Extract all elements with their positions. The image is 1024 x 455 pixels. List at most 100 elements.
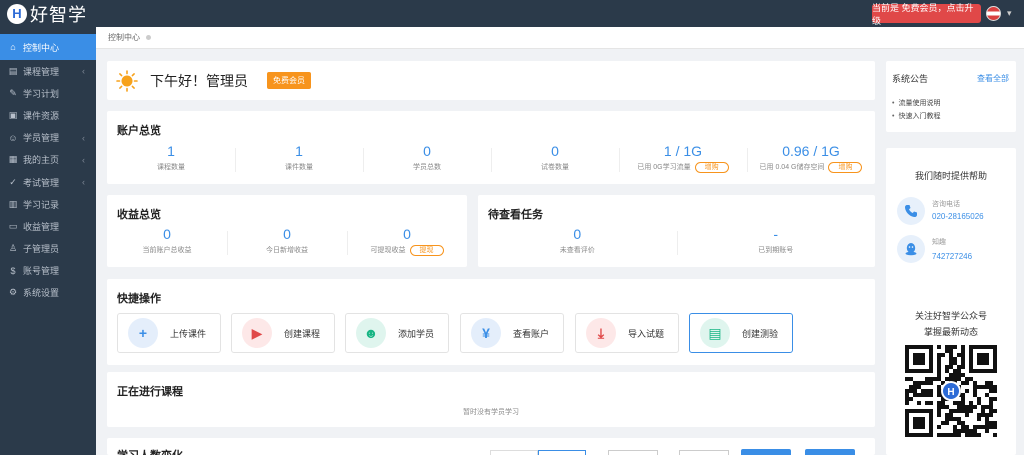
sidebar-item[interactable]: ✓ 考试管理 ‹ — [0, 171, 96, 193]
follow-text: 关注好智学公众号 — [914, 311, 987, 321]
quick-action-label: 添加学员 — [398, 328, 435, 339]
avatar[interactable] — [986, 6, 1001, 21]
stat-value: 0.96 / 1G — [782, 143, 840, 159]
stat-label-row: 今日新增收益 — [227, 245, 347, 255]
stat-value: 0 — [551, 143, 559, 159]
sun-icon — [116, 69, 138, 92]
sidebar: ⌂ 控制中心 ▤ 课程管理 ‹ ✎ 学习计划 ▣ 课件资源 ☺ 学员管理 ‹ ▦ 我的主页 ‹ ✓ 考试管理 ‹ ▥… — [0, 27, 96, 455]
sidebar-item-label: 学员管理 — [23, 133, 60, 144]
stat-label: 已到期账号 — [758, 247, 794, 254]
sidebar-item[interactable]: ▥ 学习记录 — [0, 193, 96, 215]
notice-more-link[interactable]: 查看全部 — [977, 73, 1009, 84]
sidebar-item-label: 系统设置 — [23, 288, 60, 299]
range-tab-a[interactable] — [490, 450, 538, 455]
phone-icon — [897, 197, 925, 225]
export-button[interactable] — [805, 449, 855, 455]
quick-action-label: 创建课程 — [284, 328, 321, 339]
qq-label: 知趣 — [932, 239, 946, 246]
stat-value: - — [773, 226, 779, 242]
query-button[interactable] — [741, 449, 791, 455]
sidebar-item[interactable]: ▤ 课程管理 ‹ — [0, 60, 96, 82]
stat-value: 0 — [283, 226, 291, 242]
stat-item: 0.96 / 1G 已用 0.04 G储存空间 增购 — [747, 142, 875, 173]
logo[interactable]: H 好智学 — [7, 3, 87, 25]
stat-action-button[interactable]: 提现 — [409, 245, 444, 256]
quick-action-button[interactable]: ⤓ 导入试题 — [575, 313, 679, 353]
quick-action-button[interactable]: ▶ 创建课程 — [231, 313, 335, 353]
sidebar-item[interactable]: ▭ 收益管理 — [0, 215, 96, 237]
end-date-input[interactable] — [679, 450, 729, 455]
stat-label-row: 试卷数量 — [491, 162, 619, 172]
plan-icon: ✎ — [9, 87, 17, 98]
qr-code: H — [905, 345, 997, 437]
help-title: 我们随时提供帮助 — [914, 171, 987, 181]
sidebar-item[interactable]: ▦ 我的主页 ‹ — [0, 149, 96, 171]
notice-item[interactable]: 快速入门教程 — [892, 110, 940, 123]
stat-action-button[interactable]: 增购 — [828, 162, 863, 173]
chevron-left-icon: ‹ — [82, 132, 85, 143]
sidebar-item[interactable]: ⚙ 系统设置 — [0, 282, 96, 304]
start-date-input[interactable] — [608, 450, 658, 455]
quick-action-label: 查看账户 — [513, 328, 550, 339]
stat-label: 已用 0.04 G储存空间 — [759, 164, 825, 171]
students-icon: ☺ — [8, 132, 18, 143]
stat-item: - 已到期账号 — [676, 225, 876, 255]
resource-icon: ▣ — [8, 109, 18, 120]
learning-trend-card: 学习人数变化 — [107, 438, 875, 455]
follow-subtext: 掌握最新动态 — [923, 327, 978, 337]
exam-icon: ✓ — [9, 176, 17, 187]
income-overview-title: 收益总览 — [117, 209, 161, 221]
ongoing-empty-text: 暂时没有学员学习 — [463, 409, 519, 416]
stat-value: 1 / 1G — [663, 143, 703, 159]
sidebar-item[interactable]: ☺ 学员管理 ‹ — [0, 127, 96, 149]
stat-item: 1 课程数量 — [107, 142, 235, 173]
sidebar-item[interactable]: ✎ 学习计划 — [0, 82, 96, 104]
qq-number: 742727246 — [932, 252, 973, 261]
sidebar-item-label: 学习记录 — [23, 199, 60, 210]
stat-label-row: 当前账户总收益 — [107, 245, 227, 255]
range-tab-b[interactable] — [538, 450, 586, 455]
chevron-down-icon[interactable]: ▾ — [1007, 8, 1012, 19]
quick-action-button[interactable]: ☻ 添加学员 — [345, 313, 449, 353]
stat-value: 0 — [423, 143, 431, 159]
quick-action-button[interactable]: + 上传课件 — [117, 313, 221, 353]
download-icon: ⤓ — [586, 318, 616, 348]
sidebar-item-label: 子管理员 — [23, 244, 60, 255]
breadcrumb: 控制中心 — [96, 27, 1024, 49]
stat-label-row: 课程数量 — [107, 162, 235, 172]
doc-icon: ▤ — [700, 318, 730, 348]
notice-title: 系统公告 — [892, 74, 929, 84]
record-icon: ▥ — [8, 198, 18, 209]
sidebar-item[interactable]: ▣ 课件资源 — [0, 104, 96, 126]
ongoing-courses-card: 正在进行课程 暂时没有学员学习 — [107, 372, 875, 427]
sidebar-item-label: 收益管理 — [23, 221, 60, 232]
stat-label: 今日新增收益 — [266, 247, 308, 254]
plus-icon: + — [128, 318, 158, 348]
qq-icon — [897, 235, 925, 263]
upgrade-button[interactable]: 当前是 免费会员，点击升级 — [872, 3, 981, 26]
stat-value: 1 — [295, 143, 303, 159]
breadcrumb-current[interactable]: 控制中心 — [108, 32, 140, 43]
sidebar-item[interactable]: ♙ 子管理员 — [0, 238, 96, 260]
stat-value: 0 — [573, 226, 582, 242]
logo-text: 好智学 — [30, 4, 87, 25]
account-icon: $ — [10, 265, 16, 276]
stat-label-row: 学员总数 — [363, 162, 491, 172]
stat-item: 1 / 1G 已用 0G学习流量 增购 — [619, 142, 747, 173]
stat-label: 试卷数量 — [541, 164, 569, 171]
stat-item: 0 试卷数量 — [491, 142, 619, 173]
quick-action-button[interactable]: ▤ 创建测验 — [689, 313, 793, 353]
sidebar-item[interactable]: ⌂ 控制中心 — [0, 34, 96, 60]
tasks-stats: 0 未查看评价 - 已到期账号 — [478, 225, 875, 255]
greeting-text: 下午好！管理员 — [150, 72, 248, 89]
notice-item[interactable]: 流量使用说明 — [892, 97, 940, 110]
quick-action-label: 上传课件 — [170, 328, 207, 339]
sidebar-item-label: 我的主页 — [23, 155, 60, 166]
income-overview-card: 收益总览 0 当前账户总收益 0 今日新增收益 0 可提现收益 提现 — [107, 195, 467, 267]
stat-action-button[interactable]: 增购 — [694, 162, 729, 173]
sidebar-item[interactable]: $ 账号管理 — [0, 260, 96, 282]
account-overview-title: 账户总览 — [117, 125, 161, 137]
quick-action-button[interactable]: ¥ 查看账户 — [460, 313, 564, 353]
quick-actions-title: 快捷操作 — [117, 293, 161, 305]
stat-label: 课件数量 — [285, 164, 313, 171]
